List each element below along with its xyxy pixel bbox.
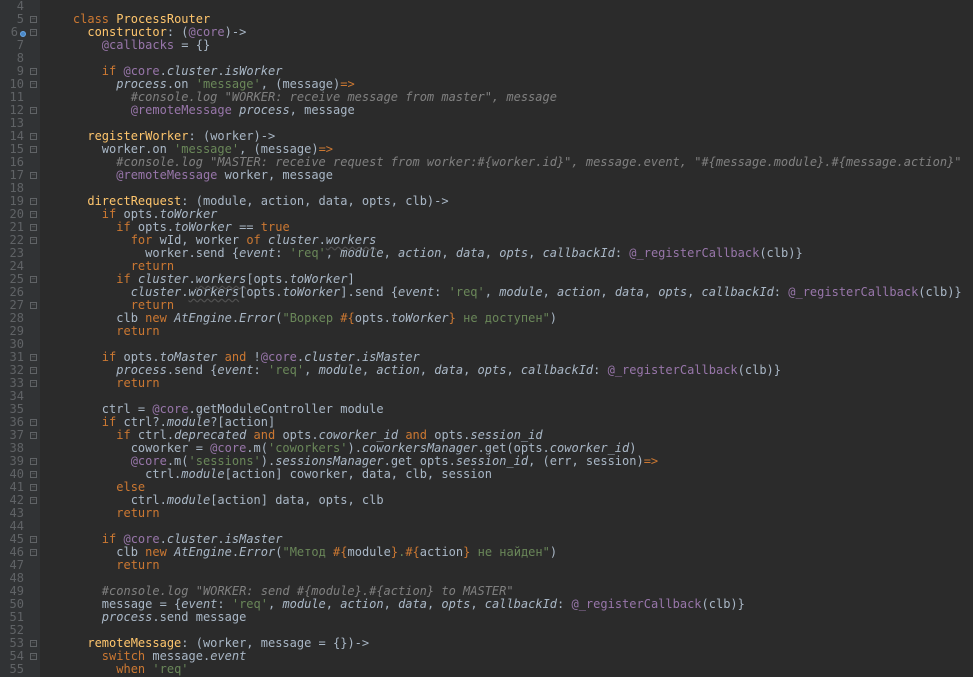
fold-toggle-icon[interactable]: − <box>30 458 37 465</box>
code-line[interactable]: return <box>44 559 962 572</box>
code-line[interactable]: process.send {event: 'req', module, acti… <box>44 364 962 377</box>
fold-toggle-icon[interactable]: − <box>30 367 37 374</box>
fold-toggle-icon[interactable]: − <box>30 29 37 36</box>
code-line[interactable]: @callbacks = {} <box>44 39 962 52</box>
code-line[interactable]: @remoteMessage process, message <box>44 104 962 117</box>
code-line[interactable]: return <box>44 325 962 338</box>
code-line[interactable]: process.send message <box>44 611 962 624</box>
code-area[interactable]: class ProcessRouter constructor: (@core)… <box>40 0 962 677</box>
fold-toggle-icon[interactable]: − <box>30 471 37 478</box>
fold-toggle-icon[interactable]: − <box>30 81 37 88</box>
fold-column[interactable]: − − − − − − − − − − − − − − − − − − − − − − − − − − − <box>28 0 40 677</box>
code-line[interactable]: cluster.workers[opts.toWorker].send {eve… <box>44 286 962 299</box>
line-number[interactable]: 55 <box>8 663 24 676</box>
line-number-gutter[interactable]: 4567891011121314151617181920212223242526… <box>0 0 28 677</box>
fold-toggle-icon[interactable]: − <box>30 302 37 309</box>
fold-toggle-icon[interactable]: − <box>30 497 37 504</box>
fold-toggle-icon[interactable]: − <box>30 198 37 205</box>
fold-toggle-icon[interactable]: − <box>30 419 37 426</box>
fold-toggle-icon[interactable]: − <box>30 432 37 439</box>
code-line[interactable]: return <box>44 507 962 520</box>
fold-toggle-icon[interactable]: − <box>30 146 37 153</box>
code-line[interactable]: ctrl.module[action] data, opts, clb <box>44 494 962 507</box>
fold-toggle-icon[interactable]: − <box>30 107 37 114</box>
fold-toggle-icon[interactable]: − <box>30 354 37 361</box>
fold-toggle-icon[interactable]: − <box>30 211 37 218</box>
code-editor[interactable]: 4567891011121314151617181920212223242526… <box>0 0 973 677</box>
breakpoint-icon[interactable] <box>20 31 26 37</box>
fold-toggle-icon[interactable]: − <box>30 224 37 231</box>
code-line[interactable]: @remoteMessage worker, message <box>44 169 962 182</box>
fold-toggle-icon[interactable]: − <box>30 380 37 387</box>
code-line[interactable]: clb new AtEngine.Error("Воркер #{opts.to… <box>44 312 962 325</box>
fold-toggle-icon[interactable]: − <box>30 237 37 244</box>
fold-toggle-icon[interactable]: − <box>30 549 37 556</box>
fold-toggle-icon[interactable]: − <box>30 484 37 491</box>
fold-toggle-icon[interactable]: − <box>30 276 37 283</box>
fold-toggle-icon[interactable]: − <box>30 536 37 543</box>
code-line[interactable]: clb new AtEngine.Error("Метод #{module}.… <box>44 546 962 559</box>
code-line[interactable]: ctrl.module[action] coworker, data, clb,… <box>44 468 962 481</box>
fold-toggle-icon[interactable]: − <box>30 16 37 23</box>
fold-toggle-icon[interactable]: − <box>30 133 37 140</box>
code-line[interactable]: return <box>44 377 962 390</box>
code-line[interactable]: worker.send {event: 'req', module, actio… <box>44 247 962 260</box>
fold-toggle-icon[interactable]: − <box>30 653 37 660</box>
fold-toggle-icon[interactable]: − <box>30 640 37 647</box>
fold-toggle-icon[interactable]: − <box>30 68 37 75</box>
code-line[interactable]: when 'req' <box>44 663 962 676</box>
fold-toggle-icon[interactable]: − <box>30 172 37 179</box>
